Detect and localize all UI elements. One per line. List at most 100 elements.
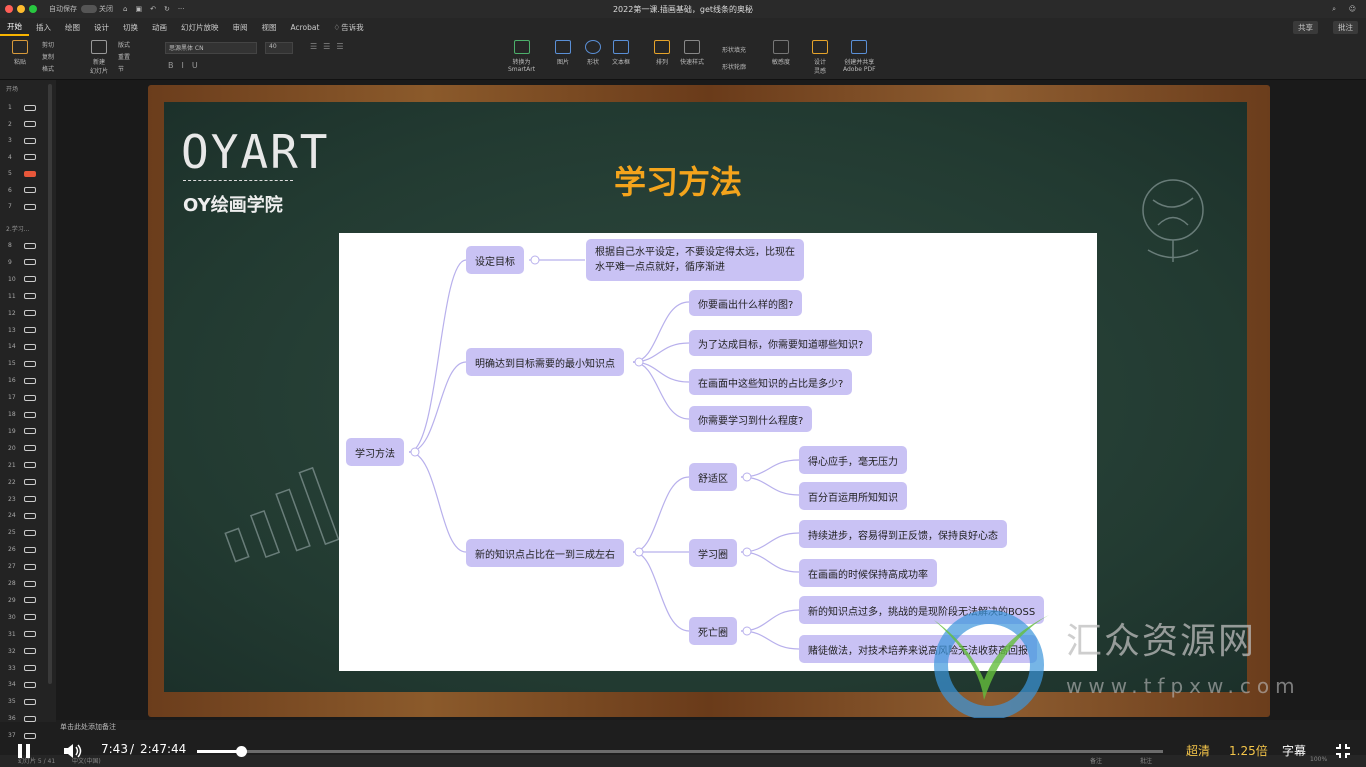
tab-review[interactable]: 审阅: [226, 22, 255, 33]
quick-styles-button[interactable]: 快速样式: [680, 40, 704, 66]
pause-icon[interactable]: [17, 743, 31, 759]
copy-button[interactable]: 复制: [42, 52, 54, 64]
slide-thumbnail[interactable]: 15: [8, 360, 36, 367]
tab-draw[interactable]: 绘图: [58, 22, 87, 33]
section-header-1[interactable]: 开场: [6, 84, 18, 93]
slide-thumbnail[interactable]: 6: [8, 187, 36, 194]
slide-thumbnail[interactable]: 14: [8, 343, 36, 350]
slide-thumbnail[interactable]: 35: [8, 698, 36, 705]
layout-button[interactable]: 版式: [118, 40, 130, 52]
reset-button[interactable]: 重置: [118, 52, 130, 64]
textbox-button[interactable]: 文本框: [612, 40, 630, 66]
section-header-2[interactable]: 2.学习...: [6, 224, 29, 233]
slide-thumbnail[interactable]: 12: [8, 310, 36, 317]
slide-thumbnail[interactable]: 34: [8, 681, 36, 688]
adobe-pdf-button[interactable]: 创建并共享 Adobe PDF: [843, 40, 876, 73]
slide-thumbnail[interactable]: 23: [8, 496, 36, 503]
speed-button[interactable]: 1.25倍: [1229, 742, 1268, 759]
slide-thumbnail[interactable]: 17: [8, 394, 36, 401]
font-name-select[interactable]: 思源黑体 CN: [165, 42, 257, 54]
tab-transitions[interactable]: 切换: [116, 22, 145, 33]
cut-button[interactable]: 剪切: [42, 40, 54, 52]
tab-home[interactable]: 开始: [0, 18, 29, 36]
tab-acrobat[interactable]: Acrobat: [284, 23, 327, 32]
sensitivity-button[interactable]: 敏感度: [772, 40, 790, 66]
shape-fill-button[interactable]: 形状填充: [722, 42, 746, 59]
slide-thumbnail[interactable]: 2: [8, 121, 36, 128]
notes-placeholder[interactable]: 单击此处添加备注: [60, 722, 116, 732]
shape-button[interactable]: 形状: [585, 40, 601, 66]
slide-thumbnail[interactable]: 10: [8, 276, 36, 283]
slide-thumbnail[interactable]: 29: [8, 597, 36, 604]
slide-thumbnail[interactable]: 22: [8, 479, 36, 486]
font-size-select[interactable]: 40: [265, 42, 293, 54]
share-button[interactable]: 共享: [1293, 21, 1318, 34]
mindmap-comfort-item: 百分百运用所知知识: [799, 482, 907, 510]
slide-thumbnail[interactable]: 27: [8, 563, 36, 570]
tab-insert[interactable]: 插入: [29, 22, 58, 33]
slide-thumbnail[interactable]: 21: [8, 462, 36, 469]
font-format-buttons[interactable]: BIU: [168, 61, 206, 70]
slide-thumbnail-preview: [24, 546, 36, 553]
paragraph-buttons[interactable]: ☰☰☰: [310, 42, 350, 51]
slide-thumbnail[interactable]: 1: [8, 104, 36, 111]
slide-thumbnail-preview: [24, 580, 36, 587]
slide-thumbnail[interactable]: 3: [8, 137, 36, 144]
shape-outline-button[interactable]: 形状轮廓: [722, 59, 746, 76]
quality-button[interactable]: 超清: [1186, 742, 1210, 759]
slide-thumbnail[interactable]: 11: [8, 293, 36, 300]
exit-fullscreen-icon[interactable]: [1335, 743, 1351, 759]
sidebar-scrollbar[interactable]: [48, 84, 52, 684]
slide-thumbnail[interactable]: 9: [8, 259, 36, 266]
section-button[interactable]: 节: [118, 64, 130, 76]
comments-button[interactable]: 批注: [1333, 21, 1358, 34]
slide-number: 18: [8, 411, 16, 418]
new-slide-button[interactable]: 新建 幻灯片: [90, 40, 108, 75]
paste-button[interactable]: 粘贴: [12, 40, 28, 66]
slide-thumbnail[interactable]: 16: [8, 377, 36, 384]
slide-thumbnail[interactable]: 19: [8, 428, 36, 435]
slide-number: 9: [8, 258, 12, 266]
account-icon[interactable]: ☺: [1349, 5, 1356, 13]
tab-view[interactable]: 视图: [255, 22, 284, 33]
convert-smartart-button[interactable]: 转换为 SmartArt: [508, 40, 535, 73]
designer-button[interactable]: 设计 灵感: [812, 40, 828, 75]
slide-number: 33: [8, 664, 16, 672]
new-slide-icon: [91, 40, 107, 54]
slide-thumbnail[interactable]: 32: [8, 648, 36, 655]
mindmap-zone-learning: 学习圈: [689, 539, 737, 567]
slide-thumbnail[interactable]: 7: [8, 203, 36, 210]
slide-thumbnail[interactable]: 26: [8, 546, 36, 553]
slide-thumbnail[interactable]: 13: [8, 327, 36, 334]
volume-icon[interactable]: [63, 742, 83, 760]
arrange-button[interactable]: 排列: [654, 40, 670, 66]
slide-thumbnail[interactable]: 33: [8, 665, 36, 672]
slide-thumbnail[interactable]: 8: [8, 242, 36, 249]
slide-thumbnail[interactable]: 36: [8, 715, 36, 722]
slide-thumbnail[interactable]: 25: [8, 529, 36, 536]
tab-design[interactable]: 设计: [87, 22, 116, 33]
slide-thumbnail[interactable]: 31: [8, 631, 36, 638]
slide-thumbnail[interactable]: 20: [8, 445, 36, 452]
slide-number: 2: [8, 120, 12, 128]
slide-thumbnail[interactable]: 30: [8, 614, 36, 621]
slide-thumbnail[interactable]: 24: [8, 512, 36, 519]
slide-thumbnail[interactable]: 5: [8, 170, 36, 177]
subtitle-button[interactable]: 字幕: [1282, 742, 1306, 759]
picture-button[interactable]: 图片: [555, 40, 571, 66]
search-icon[interactable]: ⌕: [1332, 5, 1336, 14]
mindmap-zone-comfort: 舒适区: [689, 463, 737, 491]
progress-track[interactable]: [197, 750, 1163, 753]
slide-thumbnail[interactable]: 18: [8, 411, 36, 418]
tab-slideshow[interactable]: 幻灯片放映: [174, 22, 226, 33]
slide-thumbnail[interactable]: 28: [8, 580, 36, 587]
tell-me-search[interactable]: 告诉我: [341, 22, 364, 33]
format-painter-button[interactable]: 格式: [42, 64, 54, 76]
clipboard-icon: [12, 40, 28, 54]
progress-handle[interactable]: [236, 746, 248, 757]
tab-animations[interactable]: 动画: [145, 22, 174, 33]
slide-thumbnail[interactable]: 4: [8, 154, 36, 161]
mindmap-learning-item: 在画画的时候保持高成功率: [799, 559, 937, 587]
slide-thumbnail-preview: [24, 360, 36, 367]
slide-number: 25: [8, 529, 16, 537]
